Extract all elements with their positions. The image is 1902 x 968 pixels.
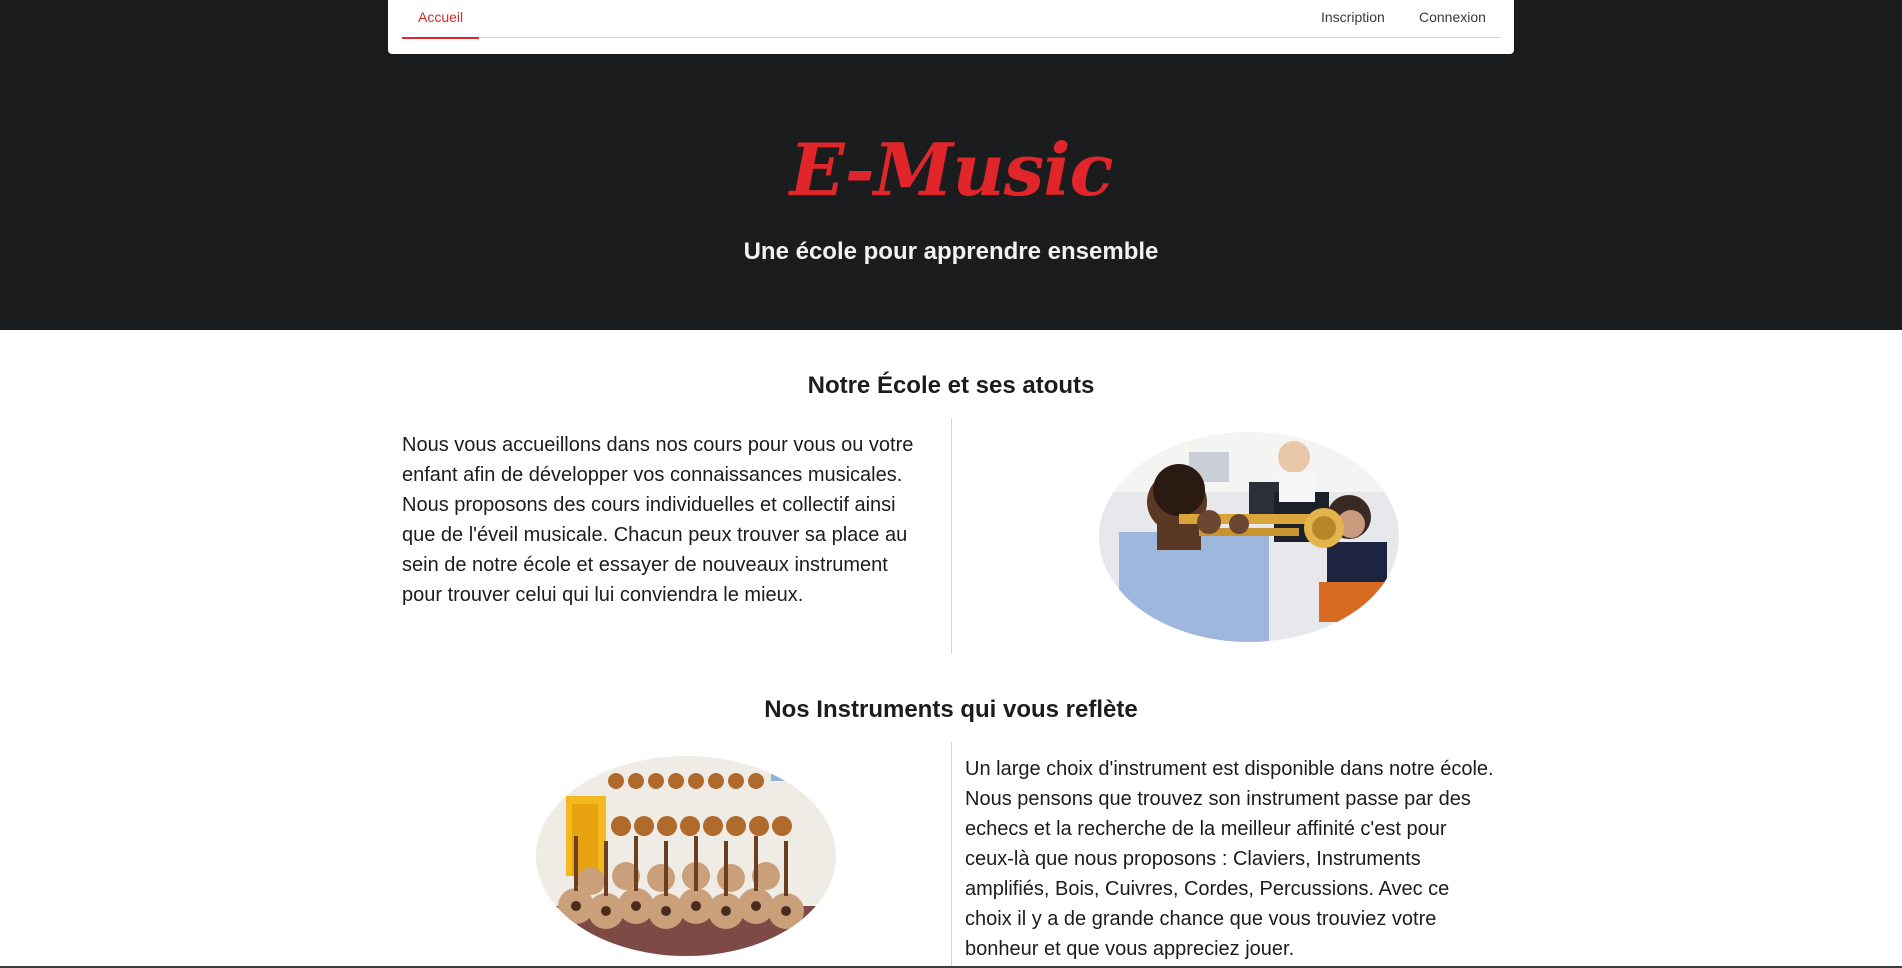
trumpet-student-photo: [1099, 432, 1399, 642]
hero-tagline: Une école pour apprendre ensemble: [743, 238, 1159, 265]
nav-signup-link[interactable]: Inscription: [1305, 0, 1401, 39]
section-school-text: Nous vous accueillons dans nos cours pou…: [402, 434, 914, 606]
hero-banner: Accueil Inscription Connexion E-Music Un…: [0, 0, 1902, 330]
top-menu: Accueil Inscription Connexion: [388, 0, 1514, 54]
guitar-shop-photo: [536, 756, 836, 956]
brand-logo: E-Music: [789, 127, 1114, 212]
section-school-title: Notre École et ses atouts: [807, 372, 1095, 399]
section-instruments-divider: [951, 742, 952, 968]
section-school-divider: [951, 418, 952, 654]
section-instruments-title: Nos Instruments qui vous reflète: [764, 696, 1138, 723]
nav-home-tab[interactable]: Accueil: [402, 0, 480, 39]
section-instruments-text: Un large choix d'instrument est disponib…: [965, 758, 1494, 960]
nav-login-link[interactable]: Connexion: [1403, 0, 1502, 39]
